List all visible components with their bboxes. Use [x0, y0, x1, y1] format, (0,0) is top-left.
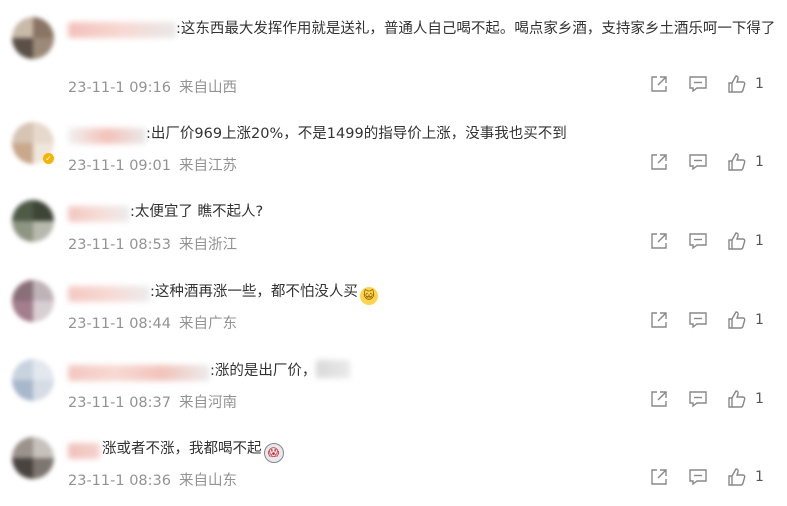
avatar[interactable] [12, 359, 54, 401]
comment-location: 来自山东 [179, 473, 237, 489]
comment-location: 来自浙江 [179, 237, 237, 253]
comment-meta: 23-11-1 09:01 来自江苏 [68, 154, 237, 175]
thumbs-up-icon[interactable] [727, 231, 749, 253]
comment-actions: 1 [640, 310, 780, 332]
comment-date: 23-11-1 08:53 [68, 237, 171, 253]
comment-icon[interactable] [688, 389, 710, 411]
share-icon[interactable] [649, 152, 671, 174]
comment-icon[interactable] [688, 231, 710, 253]
username-blurred[interactable] [68, 128, 146, 144]
avatar[interactable] [12, 437, 54, 479]
username-blurred[interactable] [68, 365, 210, 381]
comment-actions: 1 [640, 231, 780, 253]
comment-date: 23-11-1 09:01 [68, 158, 171, 174]
thumbs-up-icon[interactable] [727, 310, 749, 332]
shocked-face-emoji: 😱 [263, 443, 284, 463]
like-count: 1 [755, 312, 764, 328]
comment-date: 23-11-1 08:44 [68, 316, 171, 332]
comment-text: :涨的是出厂价， [210, 359, 351, 384]
share-icon[interactable] [649, 74, 671, 96]
like-count: 1 [755, 469, 764, 485]
comment-meta: 23-11-1 08:44 来自广东 [68, 312, 237, 333]
comment-actions: 1 [640, 74, 780, 96]
comment-date: 23-11-1 08:37 [68, 395, 171, 411]
comment-list: :这东西最大发挥作用就是送礼，普通人自己喝不起。喝点家乡酒，支持家乡土酒乐呵一下… [0, 0, 787, 506]
blurred-text [316, 360, 351, 378]
comment-meta: 23-11-1 08:36 来自山东 [68, 469, 237, 490]
cat-face-emoji: 😺 [359, 287, 378, 305]
avatar[interactable] [12, 280, 54, 322]
username-blurred[interactable] [68, 286, 150, 302]
share-icon[interactable] [649, 310, 671, 332]
avatar[interactable] [12, 200, 54, 242]
like-count: 1 [755, 233, 764, 249]
comment-actions: 1 [640, 389, 780, 411]
like-count: 1 [755, 76, 764, 92]
thumbs-up-icon[interactable] [727, 389, 749, 411]
comment-date: 23-11-1 08:36 [68, 473, 171, 489]
comment-icon[interactable] [688, 467, 710, 489]
comment-meta: 23-11-1 09:16 来自山西 [68, 76, 237, 97]
comment-location: 来自山西 [179, 80, 237, 96]
username-blurred[interactable] [68, 206, 130, 222]
thumbs-up-icon[interactable] [727, 74, 749, 96]
comment-location: 来自江苏 [179, 158, 237, 174]
comment-location: 来自广东 [179, 316, 237, 332]
share-icon[interactable] [649, 389, 671, 411]
comment-text: :这种酒再涨一些，都不怕没人买 😺 [150, 280, 378, 305]
comment-actions: 1 [640, 467, 780, 489]
like-count: 1 [755, 154, 764, 170]
username-blurred[interactable] [68, 443, 100, 459]
comment-icon[interactable] [688, 74, 710, 96]
comment-date: 23-11-1 09:16 [68, 80, 171, 96]
share-icon[interactable] [649, 231, 671, 253]
verified-badge-icon: ✓ [43, 153, 54, 164]
comment-meta: 23-11-1 08:53 来自浙江 [68, 233, 237, 254]
comment-icon[interactable] [688, 152, 710, 174]
comment-text: :出厂价969上涨20%，不是1499的指导价上涨，没事我也买不到 [146, 126, 567, 142]
share-icon[interactable] [649, 467, 671, 489]
comment-text: :这东西最大发挥作用就是送礼，普通人自己喝不起。喝点家乡酒，支持家乡土酒乐呵一下… [176, 21, 776, 37]
comment-text: 涨或者不涨，我都喝不起 😱 [102, 437, 284, 463]
comment-icon[interactable] [688, 310, 710, 332]
like-count: 1 [755, 391, 764, 407]
username-blurred[interactable] [68, 22, 176, 38]
comment-actions: 1 [640, 152, 780, 174]
thumbs-up-icon[interactable] [727, 467, 749, 489]
comment-meta: 23-11-1 08:37 来自河南 [68, 391, 237, 412]
comment-text: :太便宜了 瞧不起人? [130, 204, 264, 220]
thumbs-up-icon[interactable] [727, 152, 749, 174]
avatar[interactable] [12, 17, 54, 59]
comment-location: 来自河南 [179, 395, 237, 411]
